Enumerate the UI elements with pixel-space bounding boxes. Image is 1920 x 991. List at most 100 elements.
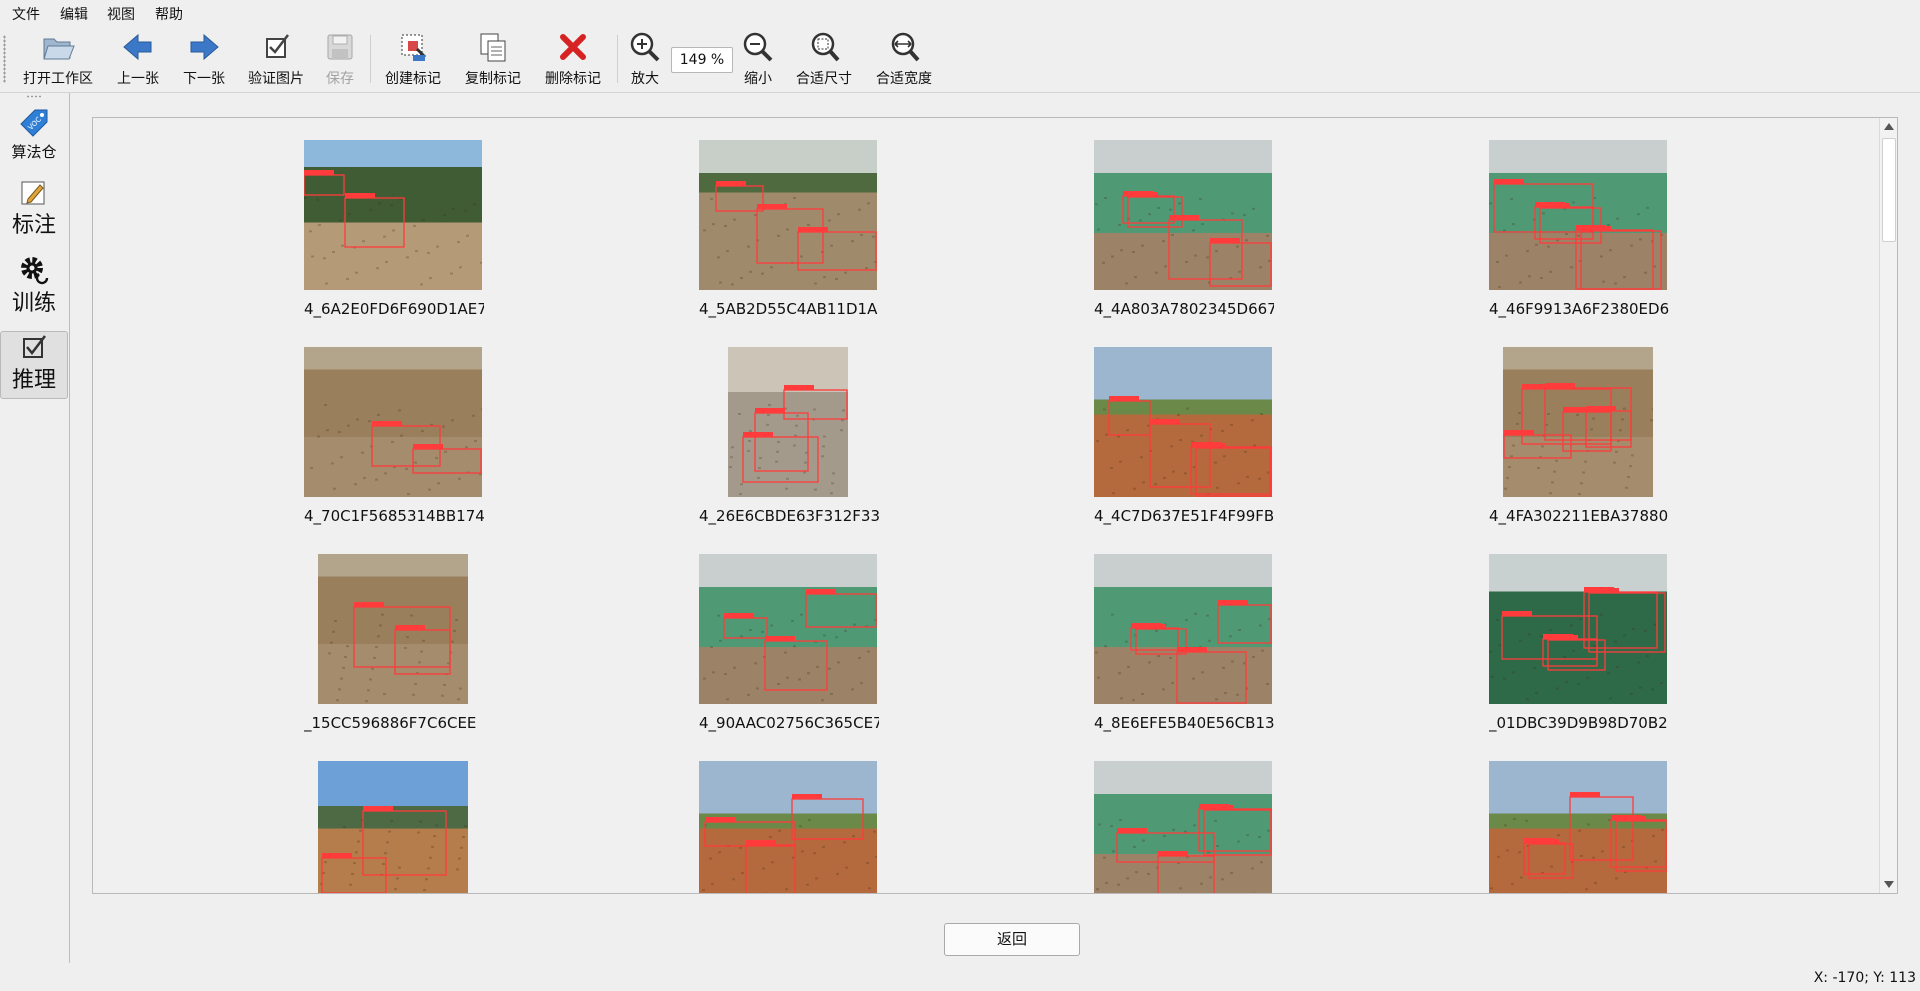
thumbnail-image (318, 761, 468, 893)
thumbnail-filename: 4_4C7D637E51F4F99FB (1094, 507, 1274, 525)
save-label: 保存 (326, 71, 354, 87)
toolbar-separator (370, 35, 371, 83)
thumbnail-item[interactable]: 4_90AAC02756C365CE7 (699, 554, 879, 739)
thumbnail-item[interactable]: 4_4C7D637E51F4F99FB (1094, 347, 1274, 532)
detection-label-tag (413, 444, 443, 449)
detection-label-tag (1570, 792, 1600, 797)
save-button[interactable]: 保存 (322, 29, 358, 89)
detection-label-tag (1191, 442, 1221, 447)
thumbnail-item[interactable]: 4_26E6CBDE63F312F33 (699, 347, 879, 532)
menu-edit[interactable]: 编辑 (60, 4, 88, 24)
thumbnail-item[interactable]: 4_8E6EFE5B40E56CB13 (1094, 554, 1274, 739)
thumbnail-filename: 4_5AB2D55C4AB11D1A1 (699, 300, 879, 318)
menu-bar: 文件 编辑 视图 帮助 (0, 0, 1920, 28)
menu-file[interactable]: 文件 (12, 4, 40, 24)
thumbnail-scroll-area[interactable]: 4_6A2E0FD6F690D1AE7 4_5AB2D55C4AB11D1A1 4_… (92, 117, 1898, 894)
thumbnail-image (1094, 761, 1272, 893)
next-image-label: 下一张 (183, 71, 225, 87)
sidebar-item-annotate[interactable]: 标注 (0, 179, 68, 241)
verify-image-button[interactable]: 验证图片 (244, 29, 308, 89)
menu-help[interactable]: 帮助 (155, 4, 183, 24)
thumbnail-filename: 4_70C1F5685314BB174 (304, 507, 484, 525)
detection-label-tag (1131, 623, 1161, 628)
sidebar-item-algorithm-repo[interactable]: VOC 算法仓 (0, 107, 68, 169)
thumbnail-item[interactable] (1489, 761, 1669, 893)
thumbnail-item[interactable]: 4_5AB2D55C4AB11D1A1 (699, 140, 879, 325)
fit-width-button[interactable]: 合适宽度 (872, 29, 936, 89)
arrow-right-icon (190, 33, 219, 61)
detection-label-tag (765, 636, 795, 641)
thumbnail-item[interactable]: _01DBC39D9B98D70B2 (1489, 554, 1669, 739)
thumbnail-item[interactable]: 4_70C1F5685314BB174 (304, 347, 484, 532)
sidebar-item-train[interactable]: 训练 (0, 255, 68, 321)
folder-open-icon (43, 38, 75, 60)
thumbnail-item[interactable]: _15CC596886F7C6CEE (304, 554, 484, 739)
thumbnail-image (728, 347, 848, 497)
detection-label-tag (1504, 430, 1534, 435)
zoom-in-label: 放大 (631, 71, 659, 87)
detection-label-tag (755, 408, 785, 413)
thumbnail-image (1094, 554, 1272, 704)
create-label-button[interactable]: 创建标记 (381, 29, 445, 89)
sidebar-label: 算法仓 (11, 143, 57, 161)
thumbnail-image (1503, 347, 1653, 497)
thumbnail-image (699, 554, 877, 704)
sidebar-item-inference[interactable]: 推理 (0, 331, 68, 399)
thumbnail-filename: 4_46F9913A6F2380ED6 (1489, 300, 1669, 318)
toolbar-separator (617, 35, 618, 83)
menu-view[interactable]: 视图 (107, 4, 135, 24)
fit-size-button[interactable]: 合适尺寸 (792, 29, 856, 89)
scroll-up-arrow-icon[interactable] (1884, 123, 1894, 130)
thumbnail-image (1489, 140, 1667, 290)
thumbnail-item[interactable] (699, 761, 879, 893)
gear-icon (21, 257, 49, 285)
thumbnail-item[interactable] (1094, 761, 1274, 893)
delete-label-button[interactable]: 删除标记 (541, 29, 605, 89)
copy-icon (480, 33, 506, 62)
voc-tag-icon: VOC (20, 109, 48, 137)
thumbnail-item[interactable]: 4_46F9913A6F2380ED6 (1489, 140, 1669, 325)
thumbnail-item[interactable] (304, 761, 484, 893)
prev-image-button[interactable]: 上一张 (112, 29, 164, 89)
detection-label-tag (1524, 838, 1554, 843)
scroll-down-arrow-icon[interactable] (1884, 881, 1894, 888)
vertical-scrollbar[interactable] (1879, 118, 1897, 893)
copy-label-text: 复制标记 (465, 71, 521, 87)
back-button[interactable]: 返回 (944, 923, 1080, 956)
toolbar: 打开工作区 上一张 下一张 验证图片 保存 创建标记 复制标记 删除标记 放大 … (0, 27, 1920, 93)
delete-x-icon (560, 34, 586, 60)
zoom-in-button[interactable]: 放大 (627, 29, 663, 89)
thumbnail-filename: 4_26E6CBDE63F312F33 (699, 507, 879, 525)
thumbnail-image (318, 554, 468, 704)
zoom-out-button[interactable]: 缩小 (740, 29, 776, 89)
detection-label-tag (757, 204, 787, 209)
thumbnail-image (304, 347, 482, 497)
detection-label-tag (1210, 238, 1240, 243)
detection-label-tag (746, 840, 776, 845)
toolbar-grip[interactable] (3, 35, 6, 83)
open-workspace-button[interactable]: 打开工作区 (20, 29, 96, 89)
detection-label-tag (322, 853, 352, 858)
zoom-level-spinbox[interactable]: 149 % (671, 47, 733, 73)
thumbnail-item[interactable]: 4_6A2E0FD6F690D1AE7 (304, 140, 484, 325)
detection-label-tag (1218, 600, 1248, 605)
detection-label-tag (1586, 406, 1616, 411)
fit-width-label: 合适宽度 (876, 71, 932, 87)
detection-label-tag (1611, 815, 1641, 820)
detection-label-tag (798, 227, 828, 232)
detection-label-tag (1535, 202, 1565, 207)
scrollbar-thumb[interactable] (1882, 138, 1896, 242)
create-box-icon (401, 34, 427, 61)
copy-label-button[interactable]: 复制标记 (461, 29, 525, 89)
zoom-in-icon (630, 32, 660, 62)
next-image-button[interactable]: 下一张 (178, 29, 230, 89)
checkbox-icon (266, 34, 289, 58)
thumbnail-image (304, 140, 482, 290)
detection-label-tag (1150, 419, 1180, 424)
detection-label-tag (1494, 179, 1524, 184)
prev-image-label: 上一张 (117, 71, 159, 87)
thumbnail-item[interactable]: 4_4A803A7802345D667 (1094, 140, 1274, 325)
thumbnail-item[interactable]: 4_4FA302211EBA37880 (1489, 347, 1669, 532)
verify-image-label: 验证图片 (248, 71, 304, 87)
detection-label-tag (304, 170, 334, 175)
